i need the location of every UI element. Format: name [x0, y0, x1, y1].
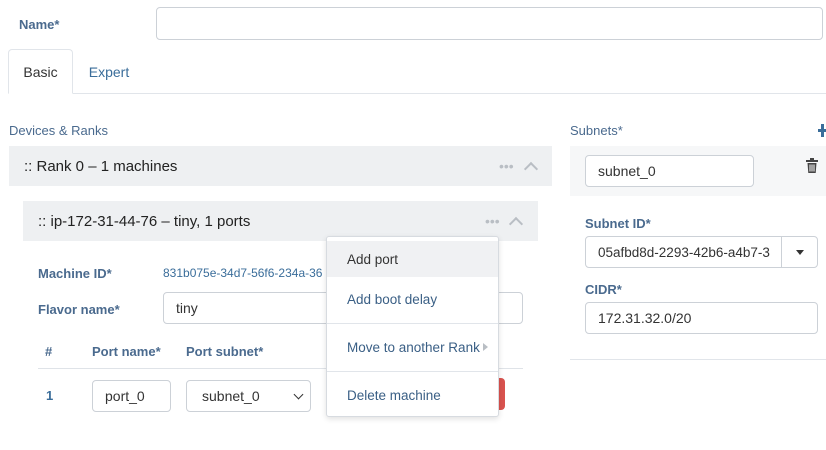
machine-menu-icon[interactable]: •••: [485, 213, 500, 229]
caret-down-icon: [796, 250, 804, 255]
menu-item-move-rank[interactable]: Move to another Rank: [327, 329, 498, 365]
rank-menu-icon[interactable]: •••: [499, 158, 514, 174]
subnet-name-input[interactable]: subnet_0: [585, 155, 754, 187]
subnets-section-title: Subnets*: [570, 123, 623, 138]
subnet-id-value: 05afbd8d-2293-42b6-a4b7-3: [598, 245, 770, 260]
cidr-label: CIDR*: [585, 282, 622, 297]
menu-separator: [327, 371, 498, 372]
machine-context-menu: Add port Add boot delay Move to another …: [326, 236, 499, 417]
cidr-input[interactable]: 172.31.32.0/20: [585, 302, 818, 334]
menu-separator: [327, 323, 498, 324]
devices-section-title: Devices & Ranks: [9, 123, 108, 138]
add-subnet-plus-icon[interactable]: [818, 124, 826, 138]
submenu-caret-icon: [483, 343, 488, 351]
trash-icon[interactable]: [806, 158, 818, 173]
port-subnet-value: subnet_0: [202, 388, 260, 404]
ports-col-name: Port name*: [92, 344, 161, 359]
menu-item-move-rank-label: Move to another Rank: [347, 339, 480, 355]
port-subnet-select[interactable]: subnet_0: [186, 380, 311, 412]
machine-id-label: Machine ID*: [38, 266, 112, 281]
subnet-id-dropdown-divider: [781, 237, 782, 267]
port-row-index: 1: [46, 388, 54, 403]
ports-col-subnet: Port subnet*: [186, 344, 264, 359]
subnet-id-select[interactable]: 05afbd8d-2293-42b6-a4b7-3: [585, 236, 818, 268]
name-label: Name*: [19, 17, 60, 32]
tab-expert[interactable]: Expert: [78, 49, 140, 94]
rank-header[interactable]: :: Rank 0 – 1 machines: [9, 146, 552, 186]
machine-title: :: ip-172-31-44-76 – tiny, 1 ports: [38, 212, 251, 230]
machine-header[interactable]: :: ip-172-31-44-76 – tiny, 1 ports: [23, 201, 538, 241]
tab-basic[interactable]: Basic: [8, 49, 73, 94]
rank-title: :: Rank 0 – 1 machines: [24, 157, 178, 175]
subnet-id-label: Subnet ID*: [585, 216, 651, 231]
machine-id-value: 831b075e-34d7-56f6-234a-36: [163, 266, 323, 280]
menu-item-delete-machine[interactable]: Delete machine: [327, 377, 498, 413]
flavor-label: Flavor name*: [38, 302, 120, 317]
port-name-input[interactable]: port_0: [92, 380, 171, 412]
name-input[interactable]: [156, 7, 823, 40]
menu-item-add-boot-delay[interactable]: Add boot delay: [327, 281, 498, 317]
menu-item-add-port[interactable]: Add port: [327, 241, 498, 277]
ports-col-index: #: [45, 344, 53, 359]
chevron-down-icon: [293, 389, 304, 400]
